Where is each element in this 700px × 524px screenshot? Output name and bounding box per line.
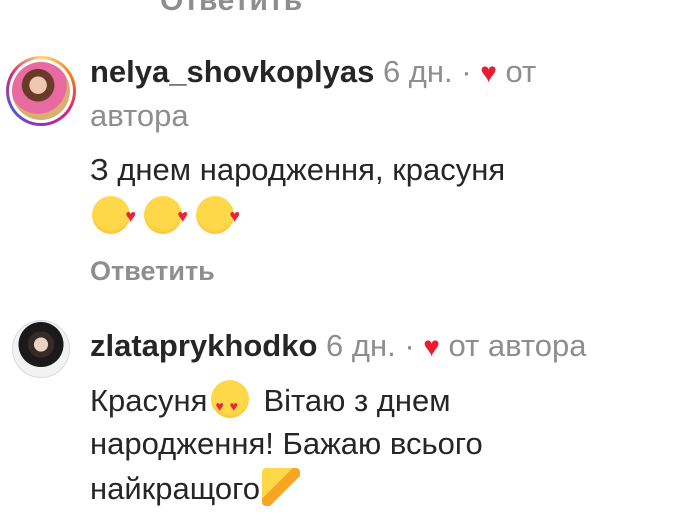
kissing-heart-icon <box>92 196 136 236</box>
kissing-heart-icon <box>196 196 240 236</box>
heart-icon: ♥ <box>480 57 497 88</box>
timestamp: 6 дн. <box>382 54 453 89</box>
by-author-label: от автора <box>448 328 587 363</box>
comment-header-1: nelya_shovkoplyas 6 дн. · ♥ от <box>90 52 536 93</box>
avatar-zlata[interactable] <box>12 320 70 378</box>
heart-icon: ♥ <box>423 331 440 362</box>
by-author-label-cont: автора <box>90 98 189 133</box>
kissing-heart-icon <box>144 196 188 236</box>
comment-text: Красуня <box>90 383 208 418</box>
username[interactable]: zlataprykhodko <box>90 328 317 363</box>
avatar-nelya[interactable] <box>6 56 76 126</box>
comment-header-2: zlataprykhodko 6 дн. · ♥ от автора <box>90 326 587 367</box>
comment-text-line3: найкращого <box>90 468 314 509</box>
profile-photo <box>12 62 70 120</box>
separator: · <box>404 328 415 363</box>
emoji-row <box>92 196 248 237</box>
party-popper-icon <box>262 468 300 506</box>
comment-text: З днем народження, красуня <box>90 152 506 187</box>
comment-text-line2: народження! Бажаю всього <box>90 426 483 461</box>
heart-eyes-icon <box>211 380 250 426</box>
reply-button-top[interactable]: Ответить <box>160 0 303 18</box>
username[interactable]: nelya_shovkoplyas <box>90 54 374 89</box>
comment-text: найкращого <box>90 471 260 506</box>
separator: · <box>461 54 472 89</box>
by-author-label: от <box>505 54 537 89</box>
story-ring <box>9 59 73 123</box>
timestamp: 6 дн. <box>326 328 396 363</box>
reply-button[interactable]: Ответить <box>90 256 215 287</box>
comment-text: Вітаю з днем <box>263 383 451 418</box>
comment-text-line1: Красуня Вітаю з днем <box>90 380 451 426</box>
